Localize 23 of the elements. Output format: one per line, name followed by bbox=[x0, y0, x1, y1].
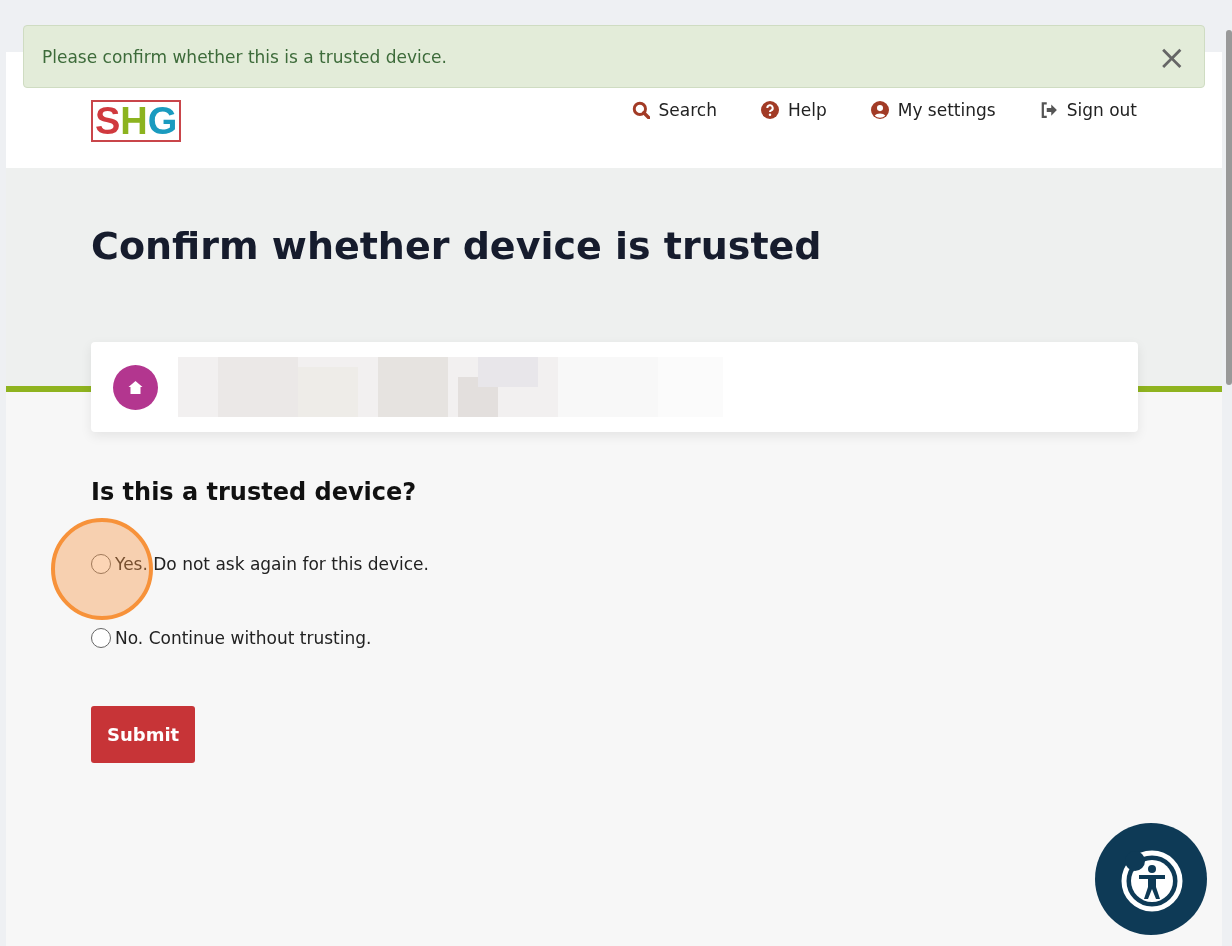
close-button[interactable]: × bbox=[1157, 39, 1186, 74]
question: Is this a trusted device? bbox=[91, 478, 418, 506]
page-title: Confirm whether device is trusted bbox=[91, 224, 823, 268]
home-icon bbox=[113, 364, 158, 410]
radio-button[interactable] bbox=[91, 628, 111, 648]
accessibility-button[interactable] bbox=[1095, 823, 1207, 935]
nav-link[interactable]: Sign out bbox=[1039, 100, 1137, 120]
logo[interactable]: SHG bbox=[91, 100, 182, 142]
option-label[interactable]: Yes. Do not ask again for this device. bbox=[115, 554, 429, 574]
logo-letter: S bbox=[95, 102, 121, 140]
submit-button[interactable]: Submit bbox=[91, 706, 196, 763]
nav-link[interactable]: Help bbox=[760, 100, 827, 120]
user-icon bbox=[870, 101, 889, 119]
nav-link[interactable]: Search bbox=[631, 100, 717, 120]
radio-button[interactable] bbox=[91, 554, 111, 574]
option-label[interactable]: No. Continue without trusting. bbox=[115, 628, 372, 648]
help-icon bbox=[760, 101, 779, 119]
logo-letter: G bbox=[147, 102, 178, 140]
sign-out-icon bbox=[1039, 101, 1058, 119]
alert-message: Please confirm whether this is a trusted device. bbox=[42, 46, 447, 67]
search-icon bbox=[631, 101, 650, 119]
nav-link[interactable]: My settings bbox=[870, 100, 996, 120]
logo-letter: H bbox=[120, 102, 148, 140]
